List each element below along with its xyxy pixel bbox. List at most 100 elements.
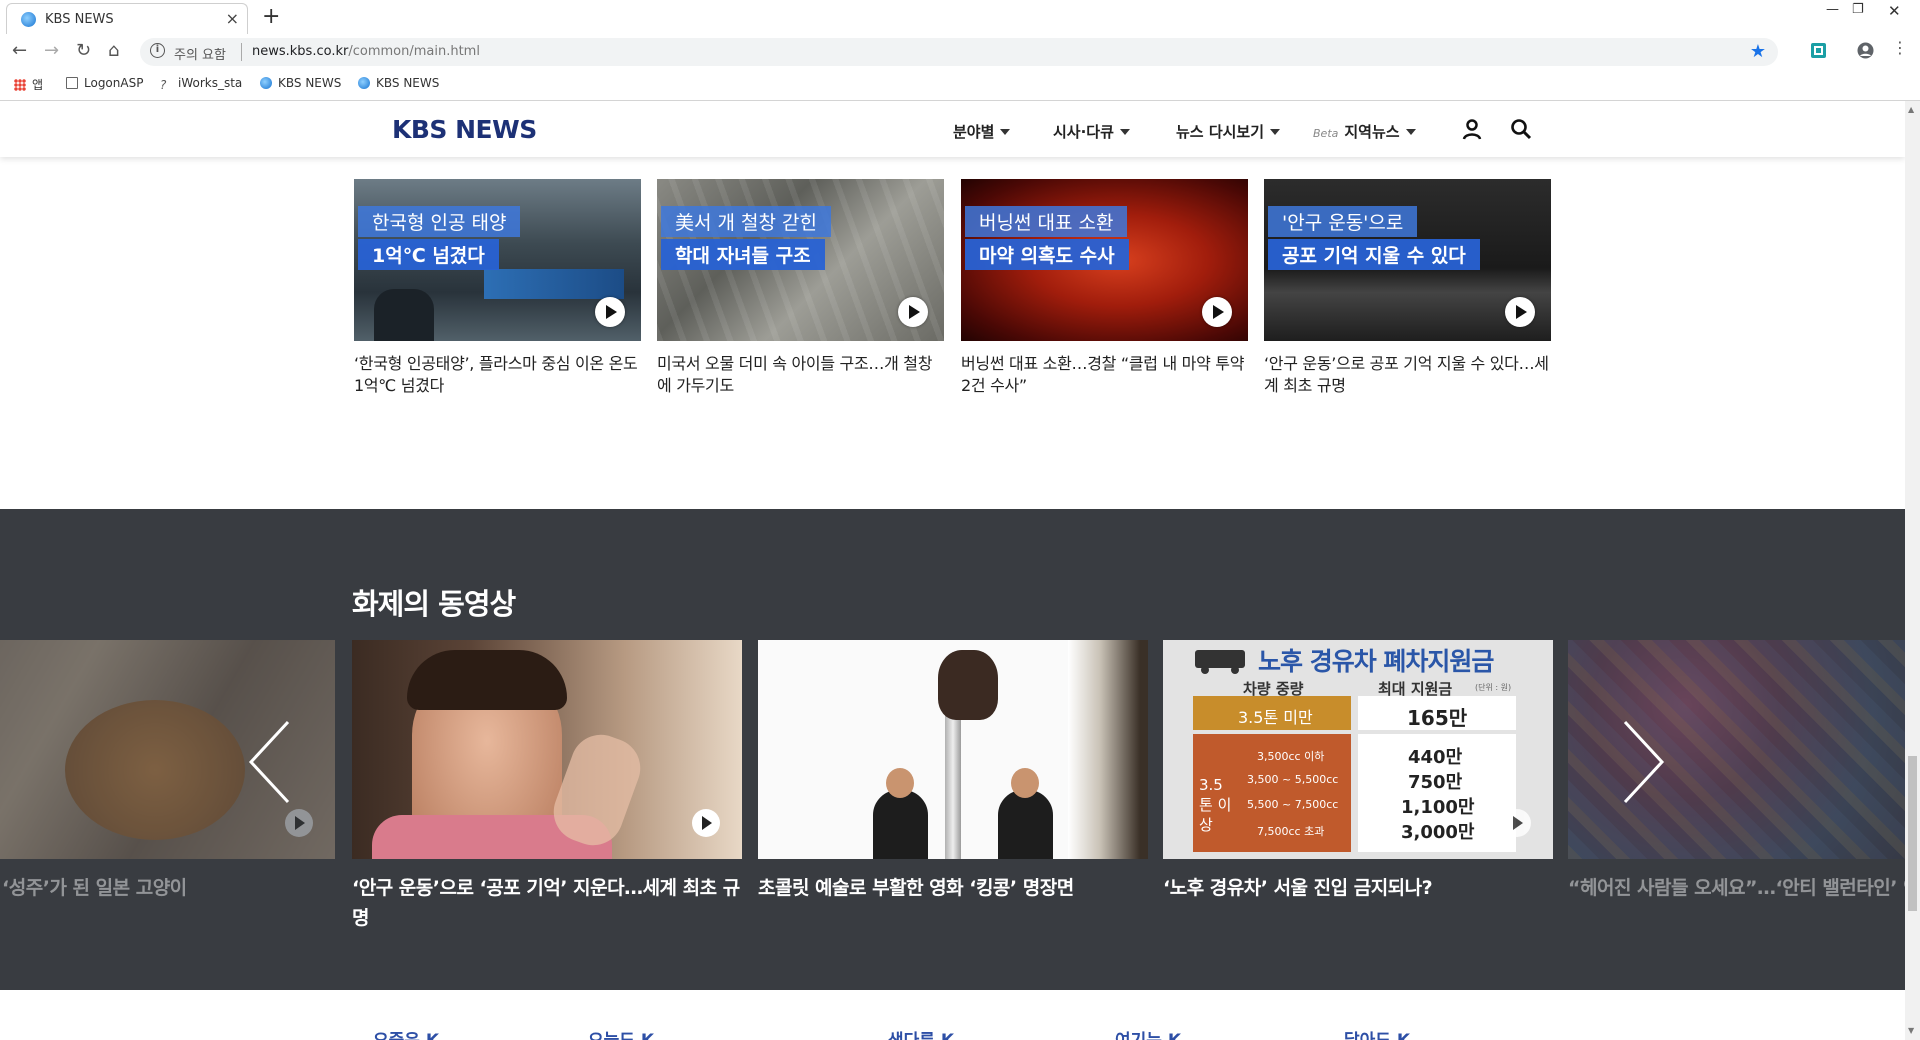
news-headline[interactable]: 미국서 오물 더미 속 아이들 구조…개 철창에 가두기도	[657, 353, 944, 397]
minimize-button[interactable]: —	[1826, 2, 1839, 17]
profile-icon[interactable]	[1857, 42, 1874, 59]
menu-label: 시사·다큐	[1053, 123, 1114, 141]
video-card-2[interactable]: 초콜릿 예술로 부활한 영화 ‘킹콩’ 명장면	[758, 640, 1148, 903]
play-icon[interactable]	[1503, 809, 1531, 837]
page-icon	[66, 77, 78, 89]
page-scrollbar[interactable]: ▲ ▼	[1905, 101, 1920, 1040]
reload-button[interactable]: ↻	[76, 40, 91, 61]
infographic-col-weight: 차량 중량	[1243, 680, 1304, 698]
thumbnail-caption-line2: 마약 의혹도 수사	[965, 239, 1129, 270]
play-icon[interactable]	[898, 297, 928, 327]
browser-chrome: KBS NEWS × + — ❐ ✕ ← → ↻ ⌂ i 주의 요함 news.…	[0, 0, 1920, 101]
news-thumbnail[interactable]: '안구 운동'으로 공포 기억 지울 수 있다	[1264, 179, 1551, 341]
extension-icon[interactable]	[1810, 42, 1827, 59]
news-card-1[interactable]: 한국형 인공 태양 1억℃ 넘겼다 ‘한국형 인공태양’, 플라스마 중심 이온…	[354, 179, 641, 397]
menu-label: 뉴스 다시보기	[1176, 123, 1265, 141]
menu-by-section[interactable]: 분야별	[953, 121, 1011, 142]
close-window-button[interactable]: ✕	[1888, 2, 1901, 20]
restore-button[interactable]: ❐	[1852, 2, 1864, 17]
play-icon[interactable]	[1202, 297, 1232, 327]
play-icon[interactable]	[1505, 297, 1535, 327]
play-icon[interactable]	[285, 809, 313, 837]
beta-badge: Beta	[1313, 127, 1339, 140]
browser-tab[interactable]: KBS NEWS ×	[6, 3, 248, 34]
caret-down-icon	[1270, 129, 1281, 135]
address-separator	[241, 43, 242, 61]
home-button[interactable]: ⌂	[108, 40, 119, 61]
address-bar[interactable]: i 주의 요함 news.kbs.co.kr/common/main.html …	[140, 38, 1778, 66]
bookmark-kbs-news-2[interactable]: KBS NEWS	[358, 76, 439, 90]
menu-kebab-icon[interactable]: ⋮	[1892, 38, 1908, 57]
news-headline[interactable]: ‘한국형 인공태양’, 플라스마 중심 이온 온도 1억℃ 넘겼다	[354, 353, 641, 397]
news-card-2[interactable]: 美서 개 철창 갇힌 학대 자녀들 구조 미국서 오물 더미 속 아이들 구조……	[657, 179, 944, 397]
bookmark-star-icon[interactable]: ★	[1750, 41, 1766, 62]
caret-down-icon	[1405, 129, 1416, 135]
scrollbar-thumb[interactable]	[1908, 756, 1917, 911]
video-title[interactable]: 초콜릿 예술로 부활한 영화 ‘킹콩’ 명장면	[758, 873, 1148, 903]
news-card-4[interactable]: '안구 운동'으로 공포 기억 지울 수 있다 ‘안구 운동’으로 공포 기억 …	[1264, 179, 1551, 397]
browser-toolbar: ← → ↻ ⌂ i 주의 요함 news.kbs.co.kr/common/ma…	[0, 34, 1920, 70]
infographic-row-under: 3.5톤 미만	[1238, 708, 1313, 727]
video-title[interactable]: 이에서 ‘성주’가 된 일본 고양이	[0, 873, 335, 903]
forward-button[interactable]: →	[44, 40, 59, 61]
menu-news-replay[interactable]: 뉴스 다시보기	[1176, 121, 1281, 142]
thumbnail-caption-line1: 버닝썬 대표 소환	[965, 206, 1128, 237]
footer-link-3[interactable]: 색다른 K	[888, 1026, 954, 1040]
footer-link-4[interactable]: 여기는 K	[1115, 1026, 1181, 1040]
search-icon[interactable]	[1510, 118, 1532, 140]
news-headline[interactable]: ‘안구 운동’으로 공포 기억 지울 수 있다…세계 최초 규명	[1264, 353, 1551, 397]
bookmark-label: LogonASP	[84, 76, 144, 90]
footer-link-1[interactable]: 요즘은 K	[373, 1026, 439, 1040]
footer-link-5[interactable]: 달아도 K	[1344, 1026, 1410, 1040]
play-icon[interactable]	[692, 809, 720, 837]
infographic-sub-value-1: 440만	[1408, 747, 1463, 768]
video-card-1[interactable]: ‘안구 운동’으로 ‘공포 기억’ 지운다…세계 최초 규명	[352, 640, 742, 933]
page-viewport: KBS NEWS 분야별 시사·다큐 뉴스 다시보기 Beta 지역뉴스 한국형 …	[0, 101, 1905, 1040]
play-icon[interactable]	[595, 297, 625, 327]
video-title[interactable]: ‘노후 경유차’ 서울 진입 금지되나?	[1163, 873, 1553, 903]
infographic-unit: (단위 : 원)	[1475, 683, 1512, 692]
trending-videos-section: 화제의 동영상 이에서 ‘성주’가 된 일본 고양이 ‘안구 운동’으로 ‘공포…	[0, 509, 1905, 990]
bookmark-logonasp[interactable]: LogonASP	[66, 76, 143, 90]
carousel-prev-arrow-icon[interactable]	[243, 717, 303, 807]
kbs-favicon-icon	[260, 77, 272, 89]
menu-current-affairs[interactable]: 시사·다큐	[1053, 121, 1130, 142]
video-card-3[interactable]: 노후 경유차 폐차지원금 차량 중량 최대 지원금 (단위 : 원) 3.5톤 …	[1163, 640, 1553, 903]
tab-strip: KBS NEWS × + — ❐ ✕	[0, 0, 1920, 34]
infographic-sub-value-4: 3,000만	[1401, 822, 1475, 843]
news-thumbnail[interactable]: 한국형 인공 태양 1억℃ 넘겼다	[354, 179, 641, 341]
back-button[interactable]: ←	[12, 40, 27, 61]
bookmark-apps[interactable]: 앱	[14, 76, 43, 93]
infographic-sub-value-3: 1,100만	[1401, 797, 1475, 818]
menu-label: 분야별	[953, 123, 995, 141]
menu-local-news[interactable]: Beta 지역뉴스	[1313, 121, 1416, 142]
news-headline[interactable]: 버닝썬 대표 소환…경찰 “클럽 내 마약 투약 2건 수사”	[961, 353, 1248, 397]
video-thumbnail[interactable]	[758, 640, 1148, 859]
kbs-news-logo[interactable]: KBS NEWS	[392, 115, 537, 144]
scroll-down-icon[interactable]: ▼	[1908, 1026, 1914, 1035]
new-tab-button[interactable]: +	[262, 4, 280, 29]
bookmark-kbs-news-1[interactable]: KBS NEWS	[260, 76, 341, 90]
close-tab-icon[interactable]: ×	[226, 9, 239, 28]
infographic-group-label: 3.5톤 이상	[1199, 776, 1232, 834]
video-thumbnail[interactable]	[352, 640, 742, 859]
user-icon[interactable]	[1461, 118, 1483, 140]
bookmark-iworks[interactable]: ? iWorks_sta	[160, 76, 242, 92]
footer-link-2[interactable]: 오늘도 K	[588, 1026, 654, 1040]
news-thumbnail[interactable]: 버닝썬 대표 소환 마약 의혹도 수사	[961, 179, 1248, 341]
carousel-next-arrow-icon[interactable]	[1610, 717, 1670, 807]
thumbnail-caption-line1: '안구 운동'으로	[1268, 206, 1418, 237]
kbs-favicon-icon	[358, 77, 370, 89]
apps-icon	[14, 79, 26, 91]
video-title[interactable]: “헤어진 사람들 오세요”…‘안티 밸런타인’ 인기	[1568, 873, 1905, 903]
news-card-3[interactable]: 버닝썬 대표 소환 마약 의혹도 수사 버닝썬 대표 소환…경찰 “클럽 내 마…	[961, 179, 1248, 397]
scroll-up-icon[interactable]: ▲	[1908, 105, 1914, 114]
url-text[interactable]: news.kbs.co.kr/common/main.html	[252, 44, 480, 59]
news-thumbnail[interactable]: 美서 개 철창 갇힌 학대 자녀들 구조	[657, 179, 944, 341]
info-icon[interactable]: i	[150, 43, 165, 58]
infographic-sub-label-3: 5,500 ~ 7,500cc	[1247, 798, 1339, 811]
caret-down-icon	[1000, 129, 1011, 135]
thumbnail-caption-line2: 공포 기억 지울 수 있다	[1268, 239, 1480, 270]
video-thumbnail[interactable]: 노후 경유차 폐차지원금 차량 중량 최대 지원금 (단위 : 원) 3.5톤 …	[1163, 640, 1553, 859]
video-title[interactable]: ‘안구 운동’으로 ‘공포 기억’ 지운다…세계 최초 규명	[352, 873, 742, 933]
